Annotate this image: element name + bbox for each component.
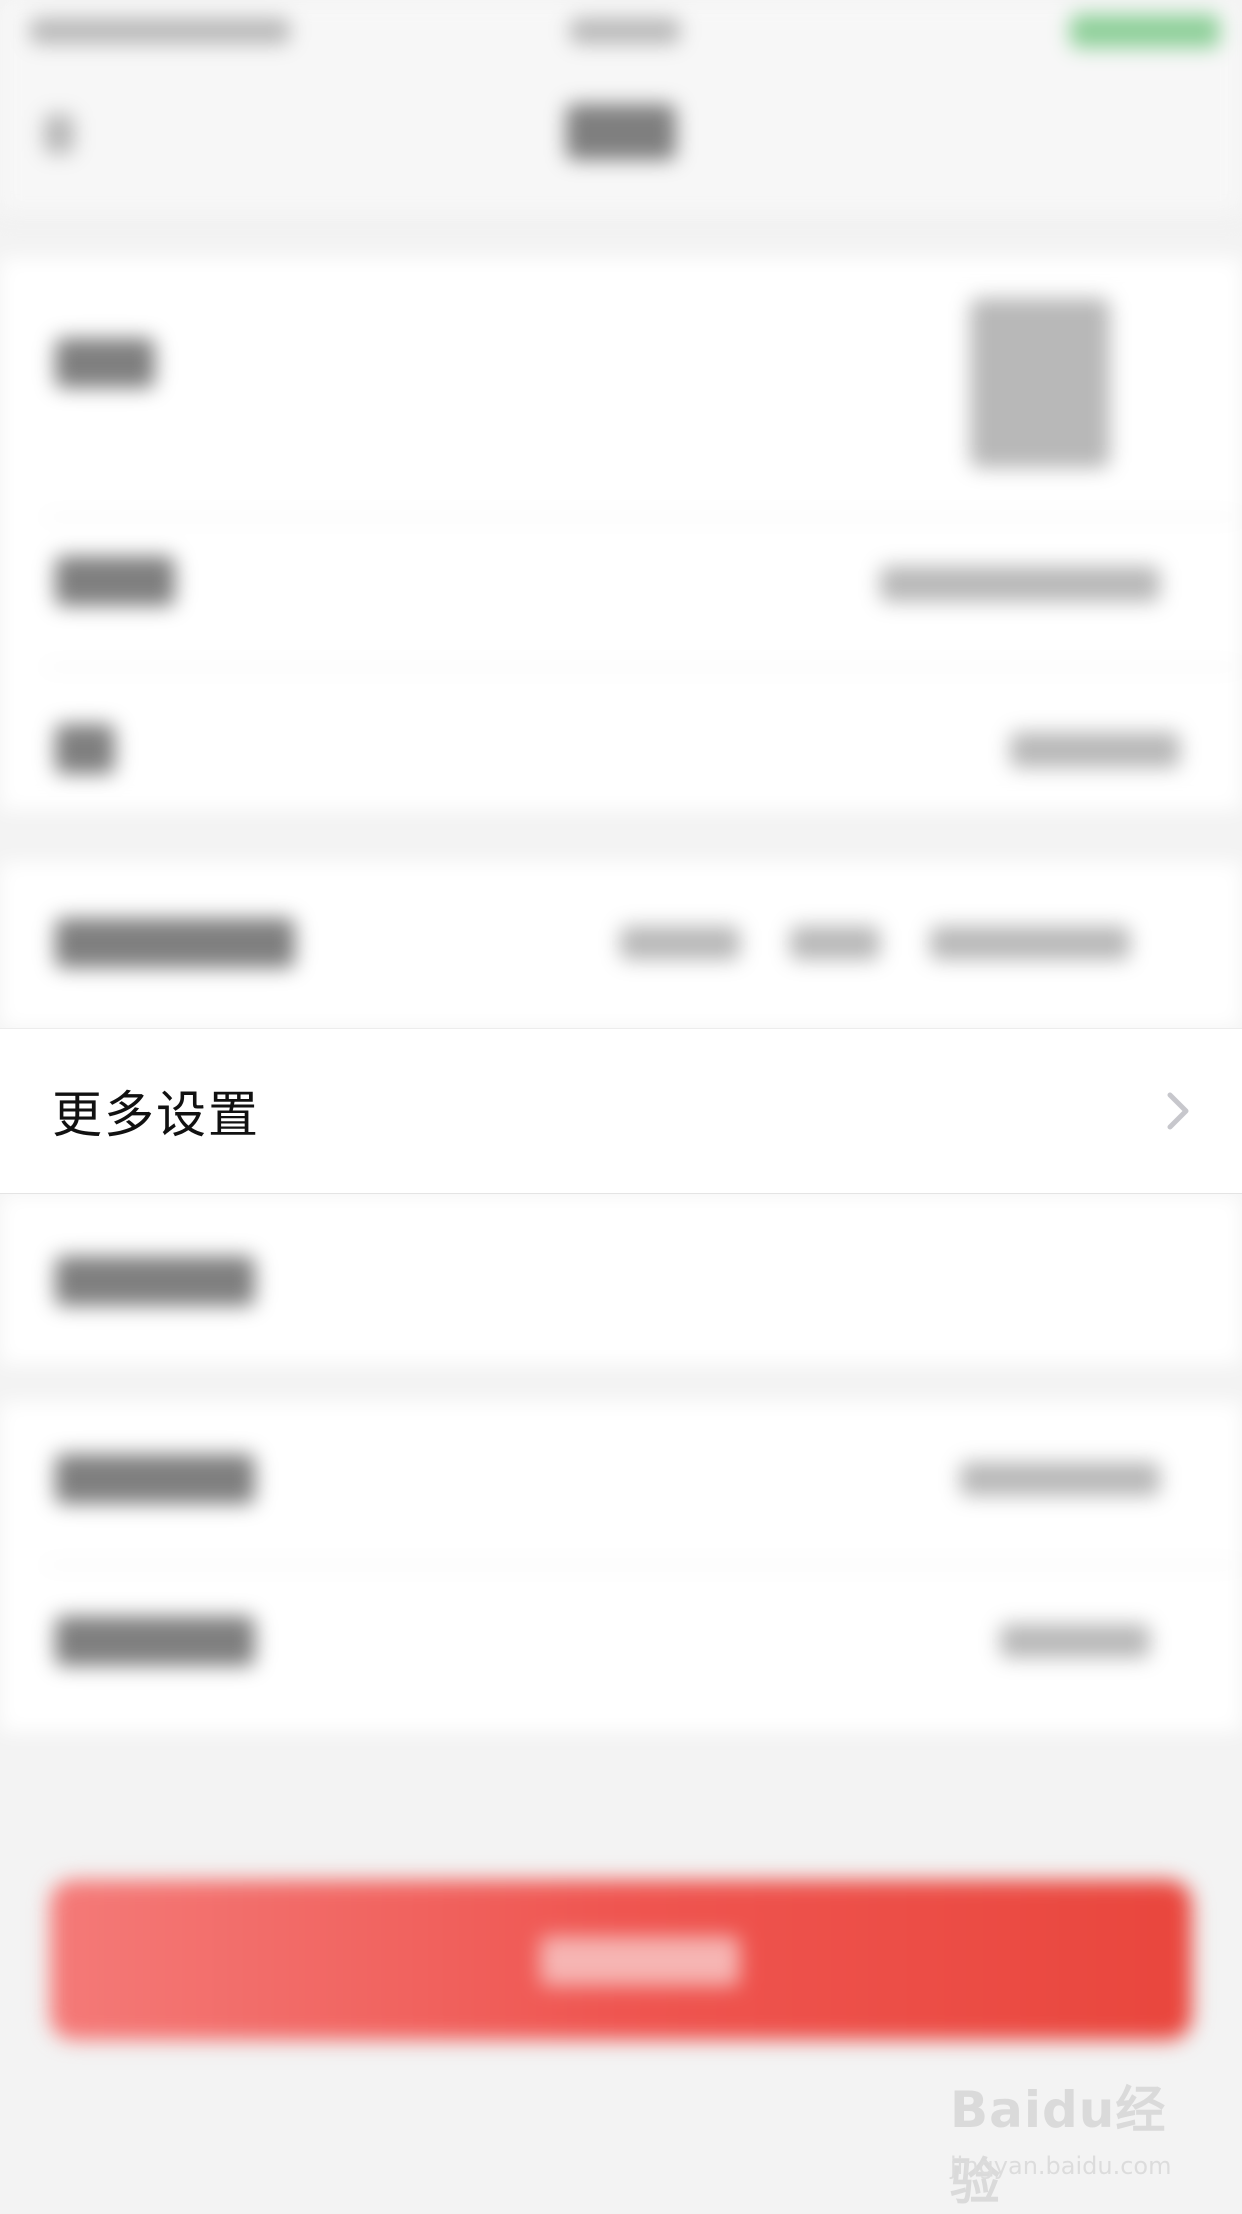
- row-value-blur: [790, 926, 880, 960]
- row-value-blur: [880, 566, 1160, 602]
- row-label-blur: [55, 1616, 255, 1666]
- battery-icon: [1070, 14, 1220, 48]
- back-icon[interactable]: [44, 114, 74, 154]
- danger-button[interactable]: [50, 1880, 1192, 2040]
- status-bar: [0, 0, 1242, 64]
- navigation-bar: [0, 64, 1242, 216]
- row-value-blur: [1010, 732, 1180, 768]
- status-time-blur: [570, 18, 680, 44]
- more-settings-row[interactable]: 更多设置: [0, 1028, 1242, 1194]
- row-value-blur: [1000, 1624, 1150, 1658]
- danger-button-label-blur: [540, 1936, 740, 1986]
- row-label-blur: [55, 724, 115, 774]
- row-label-blur: [55, 918, 295, 968]
- row-divider: [44, 1564, 1242, 1566]
- nav-title-blur: [566, 104, 676, 160]
- more-settings-label: 更多设置: [52, 1086, 260, 1144]
- row-label-blur: [55, 556, 175, 606]
- chevron-right-icon: [1167, 1092, 1189, 1130]
- row-label-blur: [55, 338, 155, 388]
- settings-group-section: [0, 1402, 1242, 1732]
- row-divider: [44, 666, 1242, 668]
- row-divider: [44, 516, 1242, 518]
- settings-row-section: [0, 1194, 1242, 1364]
- profile-section: [0, 258, 1242, 810]
- watermark-url: jingyan.baidu.com: [950, 2152, 1172, 2180]
- row-value-blur: [620, 926, 740, 960]
- baidu-jingyan-watermark: Baidu经验 jingyan.baidu.com: [950, 2070, 1190, 2211]
- settings-row-section: [0, 862, 1242, 1028]
- row-label-blur: [55, 1256, 255, 1306]
- watermark-brand: Baidu经验: [950, 2081, 1167, 2211]
- row-value-blur: [960, 1462, 1160, 1496]
- row-label-blur: [55, 1454, 255, 1504]
- row-value-blur: [930, 926, 1130, 960]
- status-carrier-blur: [30, 18, 290, 44]
- avatar: [970, 298, 1110, 468]
